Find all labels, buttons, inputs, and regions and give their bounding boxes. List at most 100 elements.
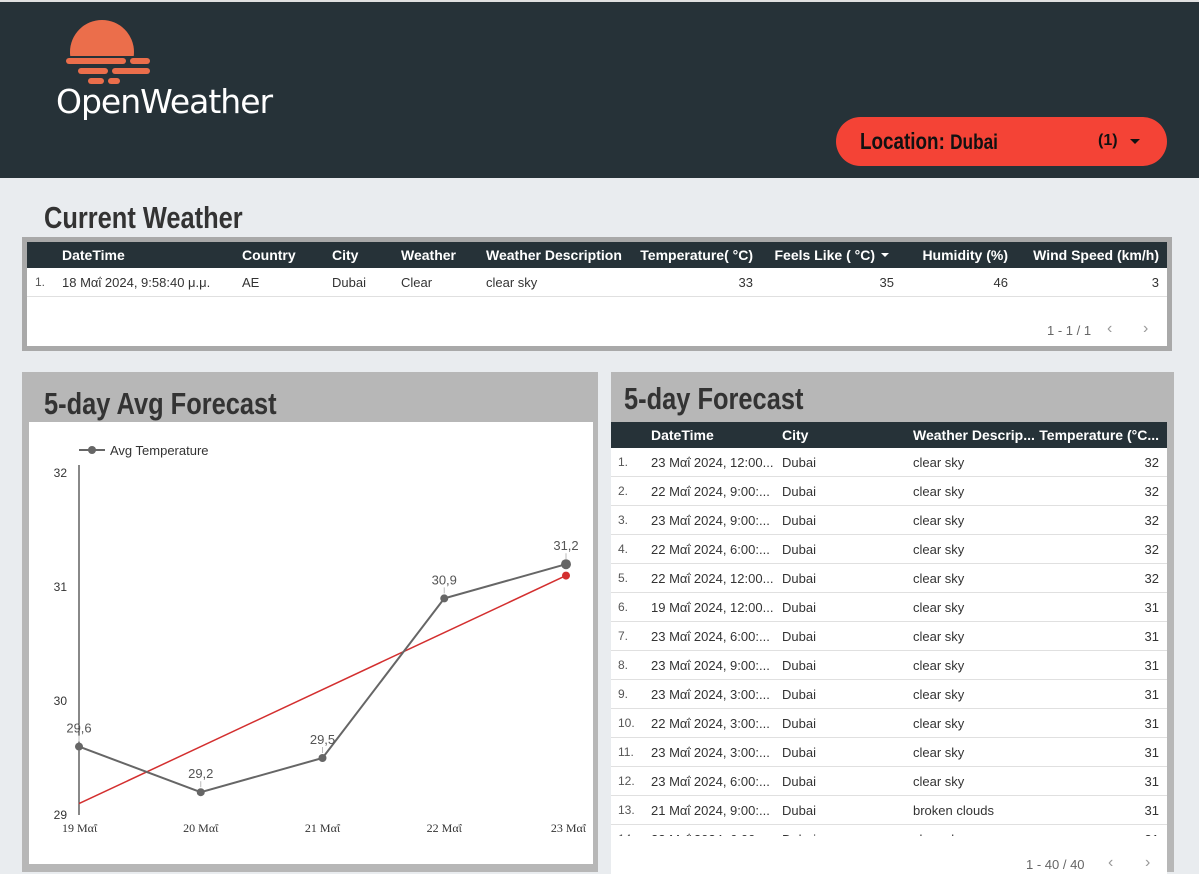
cell-description: clear sky [913,571,965,586]
col-temperature[interactable]: Temperature( °C) [640,242,753,268]
cell-temperature: 31 [1144,716,1159,731]
location-filter[interactable]: Location: Dubai (1) [836,117,1167,166]
cell-description: clear sky [913,455,965,470]
table-row[interactable]: 6. 19 Μαΐ 2024, 12:00... Dubai clear sky 31 [611,593,1167,622]
cell-city: Dubai [782,571,816,586]
col-city[interactable]: City [332,242,358,268]
data-point[interactable] [561,559,571,570]
forecast-rows[interactable]: 1. 23 Μαΐ 2024, 12:00... Dubai clear sky 32 2… [611,448,1167,836]
cell-description: clear sky [913,600,965,615]
legend-marker [88,446,96,454]
cell-temperature: 31 [1144,687,1159,702]
forecast-pagination-range: 1 - 40 / 40 [1026,857,1085,872]
table-row[interactable]: 1. 18 Μαΐ 2024, 9:58:40 μ.μ. AE Dubai Cl… [27,268,1167,297]
dropdown-caret-icon[interactable] [1130,139,1140,144]
fc-col-city[interactable]: City [782,422,808,448]
table-row[interactable]: 7. 23 Μαΐ 2024, 6:00:... Dubai clear sky 31 [611,622,1167,651]
location-count: (1) [1098,132,1118,149]
table-row[interactable]: 10. 22 Μαΐ 2024, 3:00:... Dubai clear sky 31 [611,709,1167,738]
cell-datetime: 23 Μαΐ 2024, 9:00:... [651,658,770,673]
data-point[interactable] [75,742,83,751]
data-point[interactable] [318,754,327,762]
row-index: 13. [618,803,635,817]
cell-datetime: 22 Μαΐ 2024, 6:00:... [651,825,770,836]
table-row[interactable]: 4. 22 Μαΐ 2024, 6:00:... Dubai clear sky 32 [611,535,1167,564]
data-point[interactable] [196,788,205,797]
cell-temperature: 32 [1144,513,1159,528]
series-avg-temperature[interactable]: 29,6 29,2 29,5 30,9 31,2 [66,538,579,797]
location-colon: : [938,128,951,154]
cell-city: Dubai [782,513,816,528]
y-tick-label: 29 [54,808,68,822]
x-tick-label: 21 Μαΐ [305,821,341,835]
location-label: Location [860,128,939,154]
forecast-prev-page-icon[interactable]: ‹ [1108,854,1113,872]
trendline [78,571,570,805]
forecast-next-page-icon[interactable]: › [1145,854,1150,872]
cell-datetime: 22 Μαΐ 2024, 3:00:... [651,716,770,731]
cell-city: Dubai [782,803,816,818]
cell-datetime: 18 Μαΐ 2024, 9:58:40 μ.μ. [62,275,211,290]
cell-datetime: 23 Μαΐ 2024, 6:00:... [651,629,770,644]
x-axis: 19 Μαΐ 20 Μαΐ 21 Μαΐ 22 Μαΐ 23 Μαΐ [62,821,587,835]
cell-description: clear sky [913,542,965,557]
cell-description: clear sky [913,687,965,702]
table-row[interactable]: 5. 22 Μαΐ 2024, 12:00... Dubai clear sky 32 [611,564,1167,593]
row-index: 9. [618,687,629,701]
table-row[interactable]: 9. 23 Μαΐ 2024, 3:00:... Dubai clear sky 31 [611,680,1167,709]
y-tick-label: 31 [54,580,68,594]
cell-country: AE [242,275,260,290]
table-row[interactable]: 13. 21 Μαΐ 2024, 9:00:... Dubai broken clou… [611,796,1167,825]
fc-col-temperature[interactable]: Temperature (°C... [1039,422,1159,448]
table-row[interactable]: 12. 23 Μαΐ 2024, 6:00:... Dubai clear sky 31 [611,767,1167,796]
y-axis: 29 30 31 32 [54,465,80,822]
table-row[interactable]: 3. 23 Μαΐ 2024, 9:00:... Dubai clear sky 32 [611,506,1167,535]
next-page-icon[interactable]: › [1143,320,1148,338]
cell-description: clear sky [913,716,965,731]
cell-city: Dubai [782,484,816,499]
table-row[interactable]: 8. 23 Μαΐ 2024, 9:00:... Dubai clear sky 31 [611,651,1167,680]
openweather-logo[interactable]: OpenWeather [52,20,302,121]
sort-desc-icon[interactable] [881,253,889,257]
col-feels-like[interactable]: Feels Like ( °C) [774,242,875,268]
current-weather-title: Current Weather [44,200,243,235]
x-tick-label: 19 Μαΐ [62,821,98,835]
cell-datetime: 22 Μαΐ 2024, 6:00:... [651,542,770,557]
cell-datetime: 22 Μαΐ 2024, 9:00:... [651,484,770,499]
col-weather[interactable]: Weather [401,242,456,268]
cell-description: clear sky [913,484,965,499]
cell-city: Dubai [782,745,816,760]
table-row[interactable]: 2. 22 Μαΐ 2024, 9:00:... Dubai clear sky 32 [611,477,1167,506]
cell-temperature: 32 [1144,484,1159,499]
cell-datetime: 23 Μαΐ 2024, 6:00:... [651,774,770,789]
table-row[interactable]: 1. 23 Μαΐ 2024, 12:00... Dubai clear sky 32 [611,448,1167,477]
fc-col-datetime[interactable]: DateTime [651,422,714,448]
col-description[interactable]: Weather Description [486,242,622,268]
x-tick-label: 20 Μαΐ [183,821,219,835]
cell-city: Dubai [782,687,816,702]
cell-temperature: 31 [1144,658,1159,673]
avg-forecast-title: 5-day Avg Forecast [44,386,277,421]
legend[interactable]: Avg Temperature [79,443,209,458]
data-label: 29,2 [188,766,213,781]
data-label: 29,6 [66,721,91,736]
cell-temperature: 32 [1144,571,1159,586]
app-header: OpenWeather Location: Dubai (1) [0,0,1199,178]
row-index: 1. [618,455,629,469]
cell-city: Dubai [782,825,816,836]
cell-temperature: 31 [1144,745,1159,760]
fc-col-description[interactable]: Weather Descrip... [913,422,1035,448]
col-country[interactable]: Country [242,242,296,268]
cell-datetime: 23 Μαΐ 2024, 12:00... [651,455,774,470]
col-datetime[interactable]: DateTime [62,242,125,268]
table-row[interactable]: 14. 22 Μαΐ 2024, 6:00:... Dubai clear sky 31 [611,825,1167,836]
col-wind-speed[interactable]: Wind Speed (km/h) [1033,242,1159,268]
forecast-footer: 1 - 40 / 40 ‹ › [611,836,1167,874]
cell-city: Dubai [782,629,816,644]
cell-description: broken clouds [913,803,994,818]
table-row[interactable]: 11. 23 Μαΐ 2024, 3:00:... Dubai clear sky 31 [611,738,1167,767]
cell-city: Dubai [782,658,816,673]
prev-page-icon[interactable]: ‹ [1107,320,1112,338]
col-humidity[interactable]: Humidity (%) [922,242,1008,268]
data-point[interactable] [440,594,449,603]
